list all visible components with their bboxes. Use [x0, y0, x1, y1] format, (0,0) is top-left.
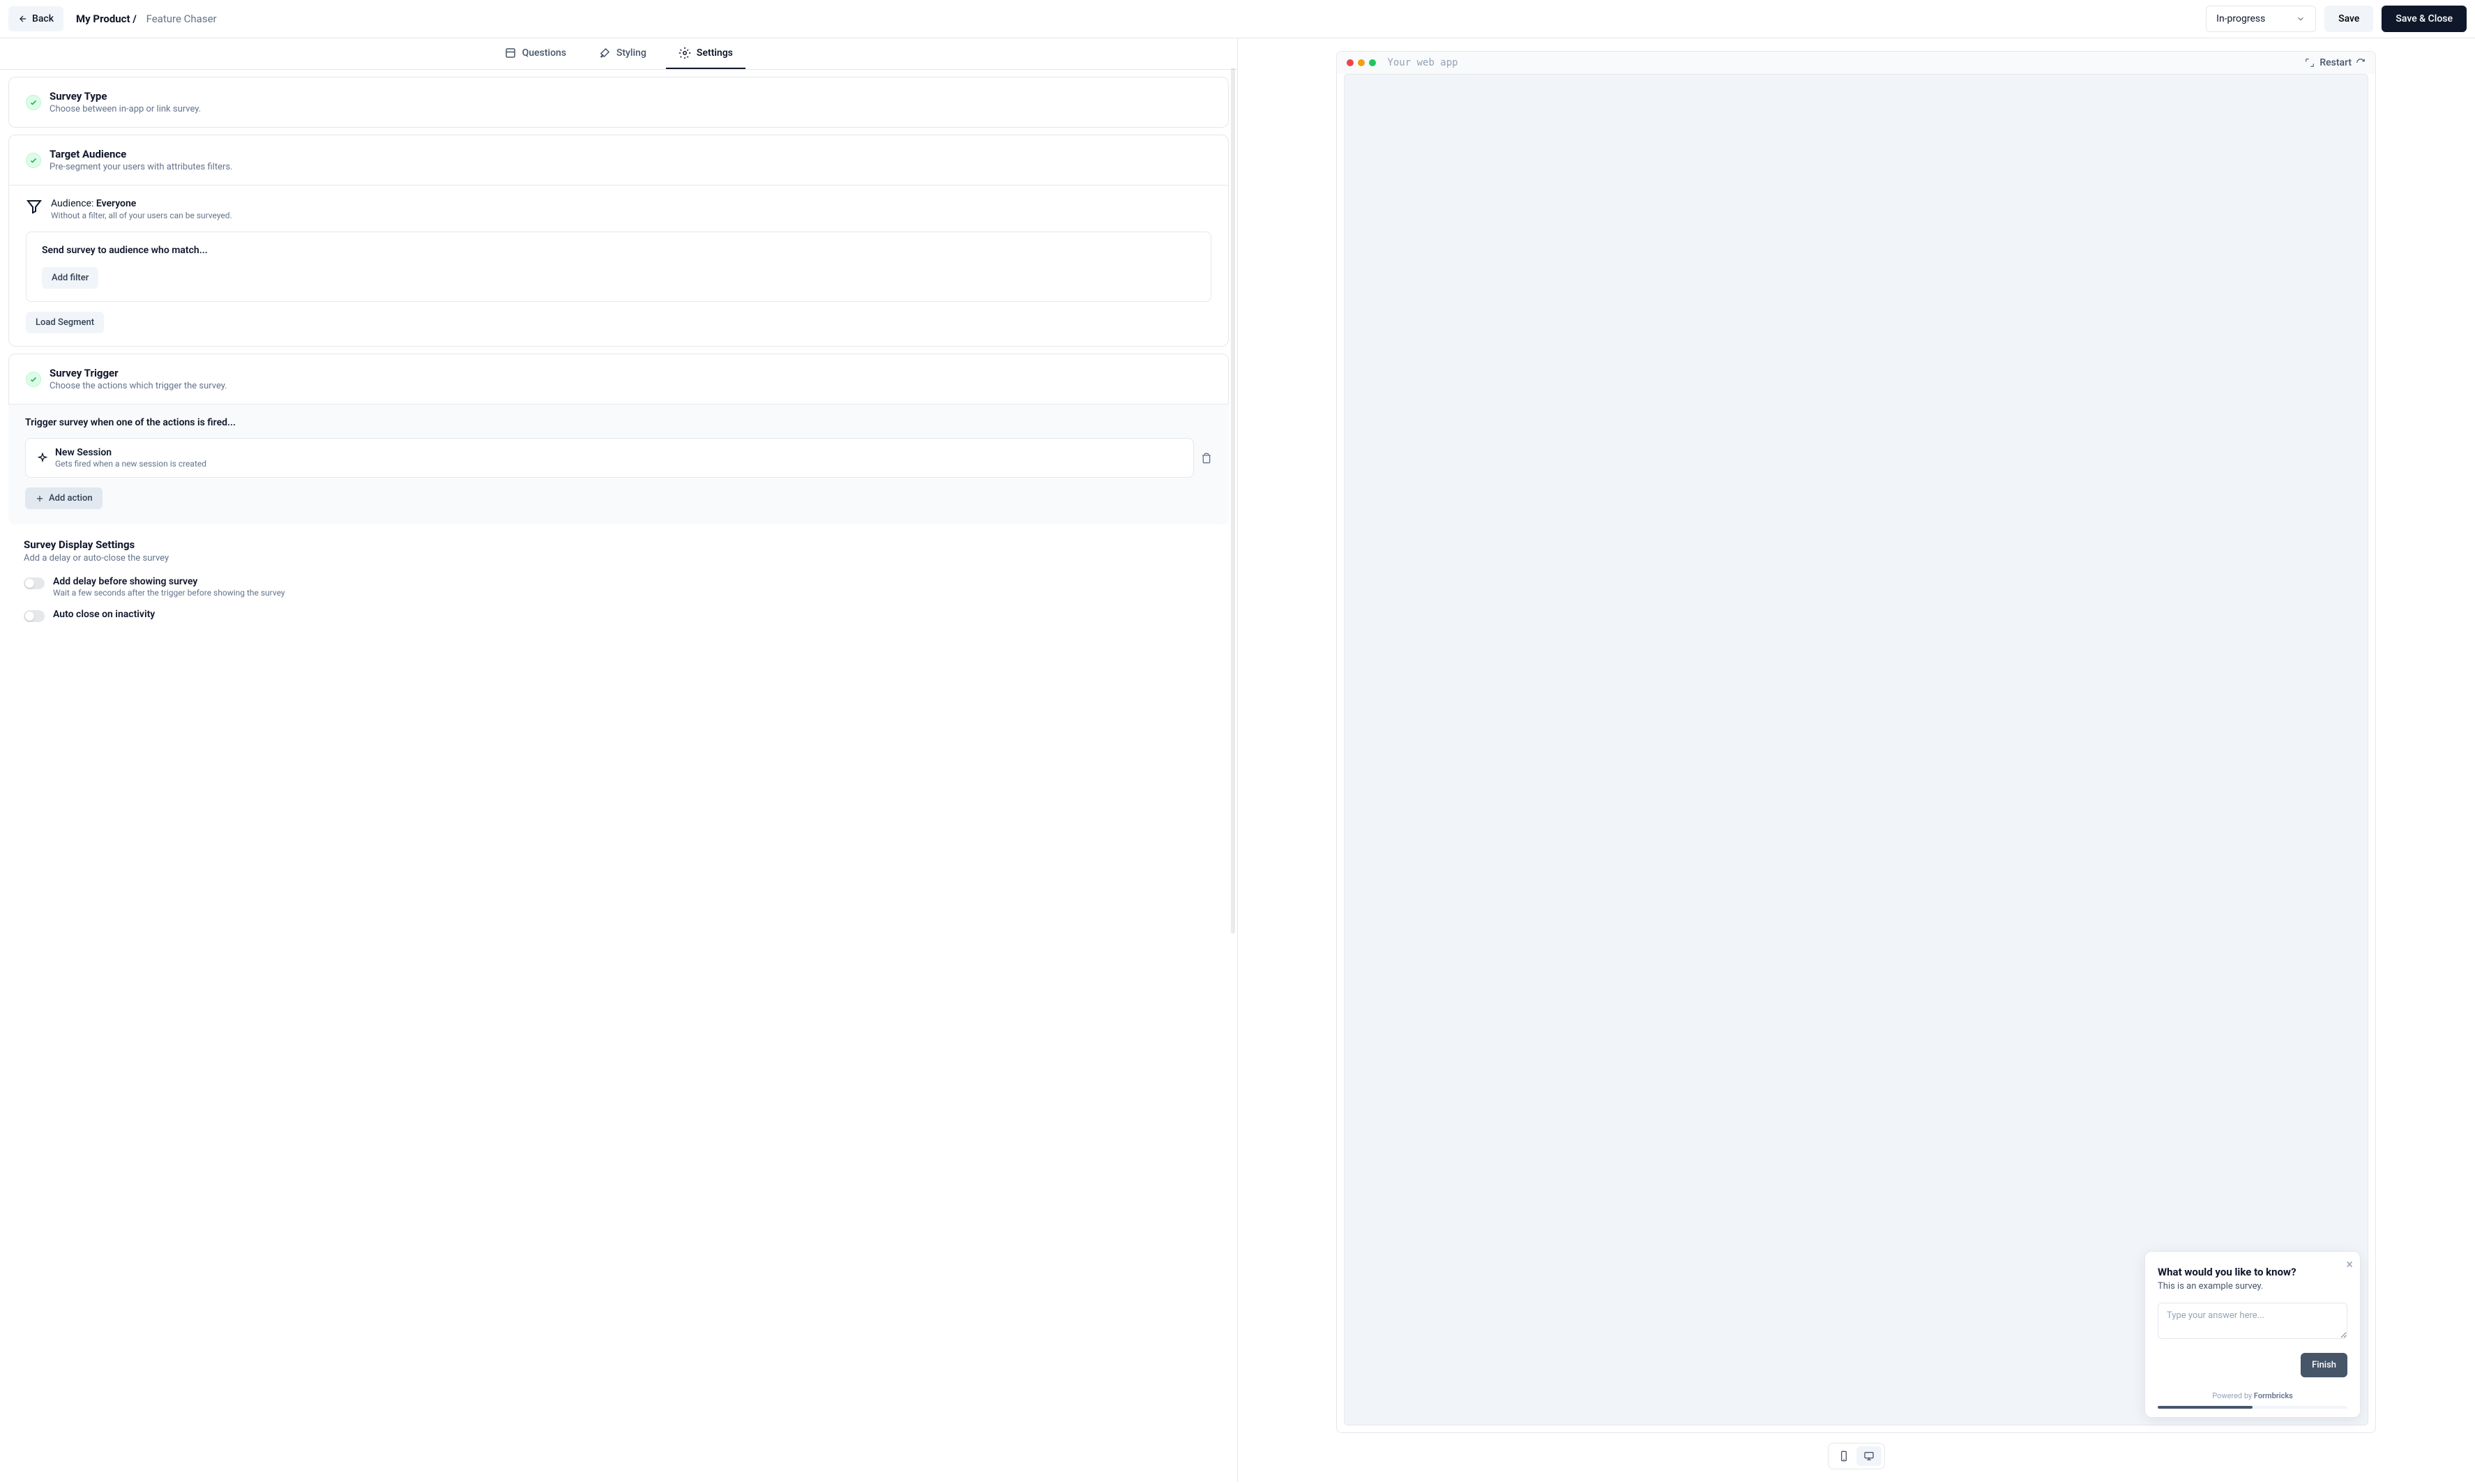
- back-button[interactable]: Back: [8, 6, 63, 31]
- header-left: Back My Product / Feature Chaser: [8, 6, 217, 31]
- audience-label: Audience: Everyone: [51, 198, 232, 209]
- card-survey-type[interactable]: Survey Type Choose between in-app or lin…: [8, 77, 1229, 128]
- survey-type-title: Survey Type: [50, 90, 201, 103]
- preview-canvas: × What would you like to know? This is a…: [1344, 74, 2368, 1425]
- survey-trigger-title: Survey Trigger: [50, 367, 227, 379]
- check-icon: [26, 372, 41, 387]
- preview-bar: Your web app Restart: [1337, 52, 2375, 74]
- gear-icon: [679, 47, 691, 59]
- traffic-green-icon: [1369, 59, 1376, 66]
- target-audience-header[interactable]: Target Audience Pre-segment your users w…: [9, 135, 1228, 185]
- filter-box: Send survey to audience who match... Add…: [26, 232, 1211, 302]
- toggle-delay[interactable]: [24, 577, 45, 589]
- tab-settings[interactable]: Settings: [666, 38, 745, 69]
- filter-icon: [26, 198, 43, 215]
- scrollbar[interactable]: [1231, 68, 1235, 934]
- trash-icon[interactable]: [1201, 453, 1212, 464]
- mobile-icon: [1838, 1451, 1849, 1462]
- expand-icon[interactable]: [2304, 57, 2315, 68]
- list-icon: [504, 47, 517, 59]
- traffic-red-icon: [1347, 59, 1354, 66]
- trigger-desc: Gets fired when a new session is created: [55, 459, 206, 469]
- add-action-label: Add action: [49, 493, 93, 503]
- left-pane: Questions Styling Settings Survey Type: [0, 38, 1238, 1482]
- breadcrumb-product: My Product /: [76, 13, 137, 25]
- breadcrumb: My Product / Feature Chaser: [76, 13, 217, 25]
- device-desktop-button[interactable]: [1856, 1446, 1882, 1466]
- traffic-yellow-icon: [1358, 59, 1365, 66]
- header-right: In-progress Save Save & Close: [2206, 6, 2467, 32]
- card-target-audience: Target Audience Pre-segment your users w…: [8, 135, 1229, 347]
- trigger-box-title: Trigger survey when one of the actions i…: [25, 417, 1212, 428]
- traffic-lights: [1347, 59, 1376, 66]
- survey-trigger-sub: Choose the actions which trigger the sur…: [50, 381, 227, 391]
- powered-by: Powered by Formbricks: [2158, 1391, 2347, 1400]
- audience-desc: Without a filter, all of your users can …: [51, 211, 232, 220]
- toggle-delay-label: Add delay before showing survey: [53, 576, 285, 587]
- save-button[interactable]: Save: [2324, 6, 2373, 32]
- header: Back My Product / Feature Chaser In-prog…: [0, 0, 2475, 38]
- preview-title: Your web app: [1387, 57, 2304, 68]
- tabs: Questions Styling Settings: [0, 38, 1237, 70]
- preview-window: Your web app Restart × What would you li…: [1336, 51, 2376, 1433]
- progress-fill: [2158, 1406, 2253, 1409]
- back-label: Back: [32, 13, 54, 24]
- status-select[interactable]: In-progress: [2206, 6, 2316, 32]
- survey-desc: This is an example survey.: [2158, 1281, 2347, 1292]
- arrow-left-icon: [18, 14, 28, 24]
- survey-type-sub: Choose between in-app or link survey.: [50, 104, 201, 114]
- survey-popup: × What would you like to know? This is a…: [2144, 1251, 2361, 1418]
- save-close-button[interactable]: Save & Close: [2382, 6, 2467, 32]
- layout: Questions Styling Settings Survey Type: [0, 38, 2475, 1482]
- survey-question: What would you like to know?: [2158, 1266, 2347, 1278]
- tab-questions-label: Questions: [522, 47, 566, 59]
- toggle-autoclose-label: Auto close on inactivity: [53, 609, 155, 620]
- restart-button[interactable]: Restart: [2319, 57, 2366, 68]
- progress-bar: [2158, 1406, 2347, 1409]
- toggle-delay-desc: Wait a few seconds after the trigger bef…: [53, 588, 285, 598]
- sparkle-icon: [37, 453, 48, 464]
- plus-icon: [35, 494, 45, 503]
- left-content: Survey Type Choose between in-app or lin…: [0, 70, 1237, 1482]
- breadcrumb-page: Feature Chaser: [146, 13, 217, 25]
- check-icon: [26, 153, 41, 168]
- display-title: Survey Display Settings: [24, 538, 1213, 551]
- device-toggle: [1828, 1443, 1885, 1469]
- tab-questions[interactable]: Questions: [492, 38, 579, 69]
- card-survey-trigger: Survey Trigger Choose the actions which …: [8, 354, 1229, 524]
- restart-icon: [2356, 58, 2366, 68]
- tab-styling[interactable]: Styling: [586, 38, 659, 69]
- display-sub: Add a delay or auto-close the survey: [24, 553, 1213, 563]
- desktop-icon: [1863, 1451, 1875, 1462]
- survey-answer-input[interactable]: [2158, 1303, 2347, 1339]
- finish-button[interactable]: Finish: [2301, 1353, 2347, 1377]
- trigger-item-new-session[interactable]: New Session Gets fired when a new sessio…: [25, 438, 1194, 478]
- load-segment-button[interactable]: Load Segment: [26, 312, 104, 333]
- survey-trigger-header[interactable]: Survey Trigger Choose the actions which …: [9, 354, 1228, 404]
- restart-label: Restart: [2319, 57, 2352, 68]
- device-mobile-button[interactable]: [1831, 1446, 1856, 1466]
- check-icon: [26, 95, 41, 110]
- tab-styling-label: Styling: [616, 47, 646, 59]
- chevron-down-icon: [2296, 14, 2306, 24]
- add-action-button[interactable]: Add action: [25, 487, 103, 509]
- trigger-name: New Session: [55, 447, 206, 458]
- tab-settings-label: Settings: [697, 47, 733, 59]
- display-settings: Survey Display Settings Add a delay or a…: [8, 538, 1229, 622]
- right-pane: Your web app Restart × What would you li…: [1238, 38, 2475, 1482]
- add-filter-button[interactable]: Add filter: [42, 267, 98, 289]
- toggle-autoclose[interactable]: [24, 610, 45, 622]
- target-audience-title: Target Audience: [50, 148, 233, 160]
- target-audience-sub: Pre-segment your users with attributes f…: [50, 162, 233, 172]
- close-icon[interactable]: ×: [2346, 1259, 2353, 1271]
- filter-box-title: Send survey to audience who match...: [42, 245, 1195, 256]
- status-value: In-progress: [2216, 13, 2265, 24]
- brush-icon: [598, 47, 611, 59]
